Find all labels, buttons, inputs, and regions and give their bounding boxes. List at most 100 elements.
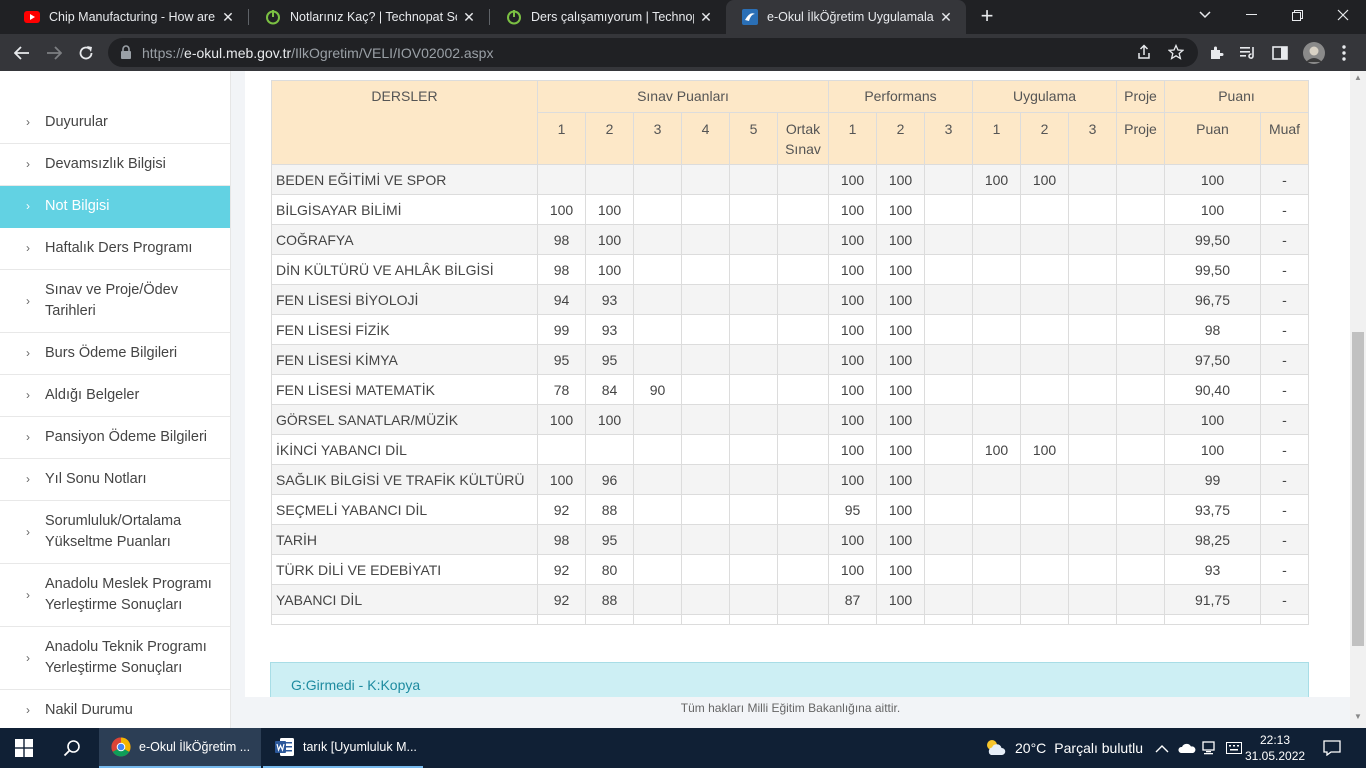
- grade-cell: 100: [828, 284, 877, 315]
- sidebar-item-nakil[interactable]: › Nakil Durumu: [0, 690, 230, 728]
- grade-cell: -: [1260, 254, 1309, 285]
- grade-cell: 100: [876, 494, 925, 525]
- grade-cell: [777, 164, 829, 195]
- taskbar-app-word[interactable]: tarık [Uyumluluk M...: [263, 728, 423, 768]
- network-icon[interactable]: [1202, 728, 1218, 768]
- close-icon[interactable]: ✕: [694, 9, 718, 26]
- spacer-cell: [633, 614, 682, 625]
- grade-cell: 99,50: [1164, 254, 1261, 285]
- grade-cell: -: [1260, 224, 1309, 255]
- table-row: GÖRSEL SANATLAR/MÜZİK 100 100 100 100 100-: [271, 404, 1309, 435]
- taskbar-search-button[interactable]: [48, 728, 96, 768]
- close-icon[interactable]: ✕: [457, 9, 481, 26]
- weather-widget[interactable]: 20°C Parçalı bulutlu: [983, 728, 1143, 768]
- browser-tab-technopat-2[interactable]: Ders çalışamıyorum | Technopat S ✕: [490, 0, 726, 34]
- grade-cell: [972, 584, 1021, 615]
- sidebar-item-label: Pansiyon Ödeme Bilgileri: [45, 429, 207, 445]
- reload-button[interactable]: [73, 40, 99, 66]
- notification-center-icon[interactable]: [1323, 728, 1341, 768]
- language-icon[interactable]: [1226, 728, 1242, 768]
- chevron-right-icon: ›: [26, 241, 30, 255]
- profile-avatar[interactable]: [1302, 41, 1326, 65]
- close-icon[interactable]: ✕: [216, 9, 240, 26]
- tab-title: e-Okul İlkÖğretim Uygulamaları: [767, 10, 934, 24]
- spacer-cell: [729, 614, 778, 625]
- grade-cell: -: [1260, 404, 1309, 435]
- sidebar-item-yil-sonu[interactable]: › Yıl Sonu Notları: [0, 459, 230, 501]
- table-row: FEN LİSESİ BİYOLOJİ 94 93 100 100 96,75-: [271, 284, 1309, 315]
- scrollbar-thumb[interactable]: [1352, 332, 1364, 646]
- sidebar-item-sorumluluk[interactable]: › Sorumluluk/Ortalama Yükseltme Puanları: [0, 501, 230, 564]
- sidebar-item-pansiyon[interactable]: › Pansiyon Ödeme Bilgileri: [0, 417, 230, 459]
- media-control-icon[interactable]: [1238, 43, 1258, 63]
- scroll-up-arrow[interactable]: ▲: [1350, 71, 1366, 85]
- grade-cell: [777, 464, 829, 495]
- word-icon: [275, 737, 295, 757]
- grade-cell: [972, 554, 1021, 585]
- onedrive-icon[interactable]: [1178, 728, 1196, 768]
- grade-cell: 100: [876, 164, 925, 195]
- scroll-down-arrow[interactable]: ▼: [1350, 710, 1366, 724]
- extensions-icon[interactable]: [1206, 43, 1226, 63]
- sidebar-item-anadolu-meslek[interactable]: › Anadolu Meslek Programı Yerleştirme Son…: [0, 564, 230, 627]
- system-clock[interactable]: 22:13 31.05.2022: [1245, 732, 1305, 764]
- address-bar[interactable]: https://e-okul.meb.gov.tr/IlkOgretim/VEL…: [108, 38, 1198, 67]
- close-window-button[interactable]: [1320, 0, 1366, 30]
- table-row: SAĞLIK BİLGİSİ VE TRAFİK KÜLTÜRÜ 100 96 100…: [271, 464, 1309, 495]
- grade-cell: 95: [585, 344, 634, 375]
- grade-cell: [924, 524, 973, 555]
- grade-cell: [681, 464, 730, 495]
- new-tab-button[interactable]: +: [975, 5, 999, 29]
- restore-button[interactable]: [1274, 0, 1320, 30]
- taskbar-app-chrome[interactable]: e-Okul İlkÖğretim ...: [99, 728, 261, 768]
- sidebar-item-anadolu-teknik[interactable]: › Anadolu Teknik Programı Yerleştirme Son…: [0, 627, 230, 690]
- grade-cell: [537, 434, 586, 465]
- sidebar-item-not-bilgisi[interactable]: › Not Bilgisi: [0, 186, 230, 228]
- chevron-right-icon: ›: [26, 199, 30, 213]
- sidebar-item-devamsizlik[interactable]: › Devamsızlık Bilgisi: [0, 144, 230, 186]
- grade-cell: 100: [1164, 194, 1261, 225]
- grade-cell: [1020, 224, 1069, 255]
- sidebar-item-sinav-tarihleri[interactable]: › Sınav ve Proje/Ödev Tarihleri: [0, 270, 230, 333]
- back-button[interactable]: [9, 40, 35, 66]
- browser-tab-technopat-1[interactable]: Notlarınız Kaç? | Technopat Sosya ✕: [249, 0, 489, 34]
- grade-cell: 80: [585, 554, 634, 585]
- grade-cell: [681, 344, 730, 375]
- show-hidden-icons-button[interactable]: [1155, 728, 1169, 768]
- spacer-cell: [681, 614, 730, 625]
- share-icon[interactable]: [1134, 42, 1154, 62]
- bookmark-star-icon[interactable]: [1166, 42, 1186, 62]
- grade-cell: 84: [585, 374, 634, 405]
- grade-cell: [633, 404, 682, 435]
- sidebar-item-burs[interactable]: › Burs Ödeme Bilgileri: [0, 333, 230, 375]
- subject-name-cell: FEN LİSESİ KİMYA: [271, 344, 538, 375]
- grade-cell: [972, 194, 1021, 225]
- side-panel-icon[interactable]: [1270, 43, 1290, 63]
- grade-cell: [681, 554, 730, 585]
- grade-cell: 100: [1164, 434, 1261, 465]
- grade-cell: 100: [537, 404, 586, 435]
- sidebar-item-haftalik-ders[interactable]: › Haftalık Ders Programı: [0, 228, 230, 270]
- grade-cell: [924, 254, 973, 285]
- tab-title: Notlarınız Kaç? | Technopat Sosya: [290, 10, 457, 24]
- forward-button[interactable]: [41, 40, 67, 66]
- sidebar-item-duyurular[interactable]: › Duyurular: [0, 102, 230, 144]
- grade-cell: [681, 284, 730, 315]
- vertical-scrollbar[interactable]: ▲ ▼: [1350, 71, 1366, 728]
- close-icon[interactable]: ✕: [934, 9, 958, 26]
- subheader-cell: 4: [681, 112, 730, 165]
- menu-kebab-icon[interactable]: [1334, 43, 1354, 63]
- weather-temp: 20°C: [1015, 740, 1047, 756]
- grade-cell: [777, 494, 829, 525]
- grade-cell: 93: [585, 314, 634, 345]
- browser-tab-youtube[interactable]: Chip Manufacturing - How are M ✕: [8, 0, 248, 34]
- browser-tab-eokul[interactable]: e-Okul İlkÖğretim Uygulamaları ✕: [726, 0, 966, 34]
- spacer-cell: [585, 614, 634, 625]
- eokul-icon: [742, 9, 758, 25]
- windows-start-button[interactable]: [0, 728, 48, 768]
- tab-search-icon[interactable]: [1182, 0, 1228, 30]
- subheader-cell: 1: [537, 112, 586, 165]
- minimize-button[interactable]: [1228, 0, 1274, 30]
- table-row: DİN KÜLTÜRÜ VE AHLÂK BİLGİSİ 98 100 100 100 9…: [271, 254, 1309, 285]
- sidebar-item-belgeler[interactable]: › Aldığı Belgeler: [0, 375, 230, 417]
